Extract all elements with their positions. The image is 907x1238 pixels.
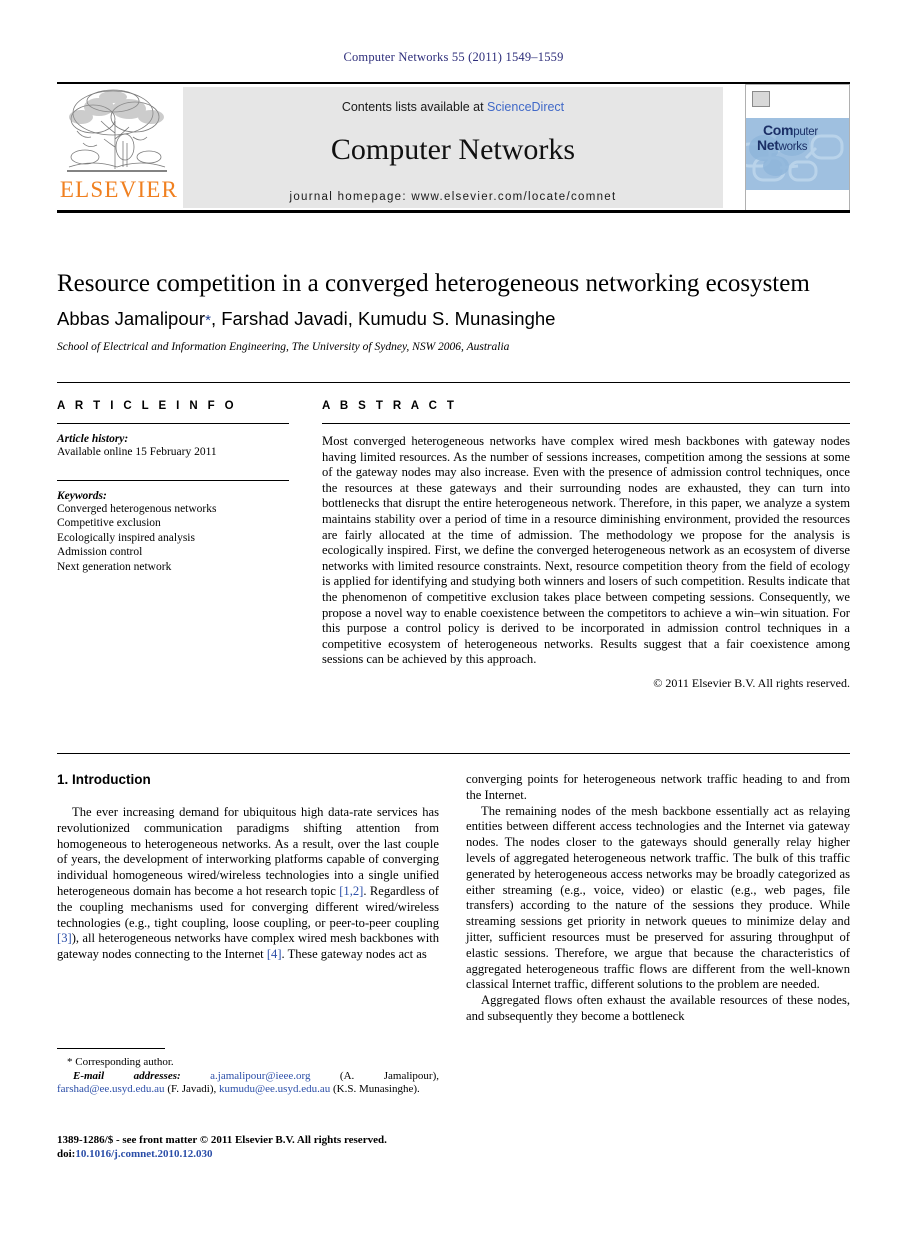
cover-title-line2: Networks: [757, 137, 808, 153]
author-others: , Farshad Javadi, Kumudu S. Munasinghe: [210, 308, 556, 329]
author-primary: Abbas Jamalipour: [57, 308, 206, 329]
paragraph-intro-1: The ever increasing demand for ubiquitou…: [57, 805, 439, 962]
paragraph-right-3: Aggregated flows often exhaust the avail…: [466, 993, 850, 1023]
cover-top-area: [746, 85, 849, 118]
paper-page: Computer Networks 55 (2011) 1549–1559 EL…: [0, 0, 907, 1238]
email-addresses-note: E-mail addresses: a.jamalipour@ieee.org …: [57, 1069, 440, 1096]
affiliation: School of Electrical and Information Eng…: [57, 341, 510, 353]
paragraph-right-2: The remaining nodes of the mesh backbone…: [466, 803, 850, 992]
elsevier-logo: ELSEVIER: [59, 87, 181, 208]
keywords-rule: [57, 479, 289, 481]
contents-available-line: Contents lists available at ScienceDirec…: [183, 100, 723, 114]
cover-bottom-area: [746, 190, 849, 211]
contents-prefix: Contents lists available at: [341, 100, 488, 114]
keywords-list: Converged heterogenous networks Competit…: [57, 502, 289, 575]
body-column-left: The ever increasing demand for ubiquitou…: [57, 805, 439, 963]
body-column-right: converging points for heterogeneous netw…: [466, 772, 850, 1025]
footnote-asterisk: *: [67, 1056, 73, 1068]
email-label: E-mail addresses:: [73, 1069, 181, 1082]
keyword-item: Converged heterogenous networks: [57, 502, 217, 515]
masthead-top-rule: [57, 82, 850, 84]
keyword-item: Admission control: [57, 546, 143, 559]
masthead-bottom-rule: [57, 210, 850, 213]
journal-cover-thumbnail: Computer Networks: [745, 84, 850, 212]
cover-title-line1: Computer: [763, 122, 818, 138]
article-info-column: A R T I C L E I N F O Article history: A…: [57, 400, 289, 574]
citation-link[interactable]: [4]: [267, 947, 282, 961]
keyword-item: Next generation network: [57, 560, 172, 573]
footnote-rule: [57, 1048, 165, 1049]
journal-title: Computer Networks: [330, 133, 576, 166]
keywords-label: Keywords:: [57, 489, 107, 502]
email-link-1[interactable]: a.jamalipour@ieee.org: [210, 1070, 310, 1082]
footnote-block: * Corresponding author. E-mail addresses…: [57, 1048, 439, 1097]
paragraph-right-1: converging points for heterogeneous netw…: [466, 772, 850, 802]
email-link-3[interactable]: kumudu@ee.usyd.edu.au: [219, 1083, 330, 1095]
article-title: Resource competition in a converged hete…: [57, 270, 810, 297]
abstract-heading: A B S T R A C T: [322, 400, 458, 412]
abstract-copyright: © 2011 Elsevier B.V. All rights reserved…: [653, 675, 850, 690]
elsevier-wordmark: ELSEVIER: [59, 177, 179, 202]
article-info-heading: A R T I C L E I N F O: [57, 400, 238, 412]
band-top-rule: [57, 382, 850, 383]
article-info-rule: [57, 423, 289, 424]
journal-masthead: ELSEVIER Contents lists available at Sci…: [57, 82, 850, 213]
abstract-rule: [322, 423, 850, 424]
masthead-center-band: Contents lists available at ScienceDirec…: [183, 87, 723, 208]
author-list: Abbas Jamalipour*, Farshad Javadi, Kumud…: [57, 308, 852, 330]
imprint-block: 1389-1286/$ - see front matter © 2011 El…: [57, 1133, 457, 1161]
email-link-2[interactable]: farshad@ee.usyd.edu.au: [57, 1083, 165, 1095]
journal-homepage-link[interactable]: journal homepage: www.elsevier.com/locat…: [183, 191, 723, 203]
article-history-label: Article history:: [57, 433, 129, 445]
band-bottom-rule: [57, 753, 850, 754]
keyword-item: Competitive exclusion: [57, 517, 161, 530]
abstract-text: Most converged heterogeneous networks ha…: [322, 434, 850, 667]
corresponding-author-note: * Corresponding author.: [67, 1056, 174, 1068]
article-history-value: Available online 15 February 2011: [57, 446, 217, 458]
citation-link[interactable]: [3]: [57, 931, 72, 945]
cover-mini-icon: [752, 91, 770, 107]
citation-link[interactable]: [1,2]: [339, 884, 363, 898]
running-head: Computer Networks 55 (2011) 1549–1559: [343, 50, 564, 64]
section-title-introduction: 1. Introduction: [57, 772, 151, 787]
doi-line: doi:10.1016/j.comnet.2010.12.030: [57, 1148, 213, 1160]
elsevier-tree-icon: [63, 87, 171, 175]
keyword-item: Ecologically inspired analysis: [57, 531, 195, 544]
issn-line: 1389-1286/$ - see front matter © 2011 El…: [57, 1134, 387, 1146]
abstract-column: A B S T R A C T Most converged heterogen…: [322, 400, 850, 691]
cover-artwork: Computer Networks: [746, 118, 849, 190]
doi-link[interactable]: 10.1016/j.comnet.2010.12.030: [75, 1148, 212, 1160]
sciencedirect-link[interactable]: ScienceDirect: [487, 100, 564, 114]
